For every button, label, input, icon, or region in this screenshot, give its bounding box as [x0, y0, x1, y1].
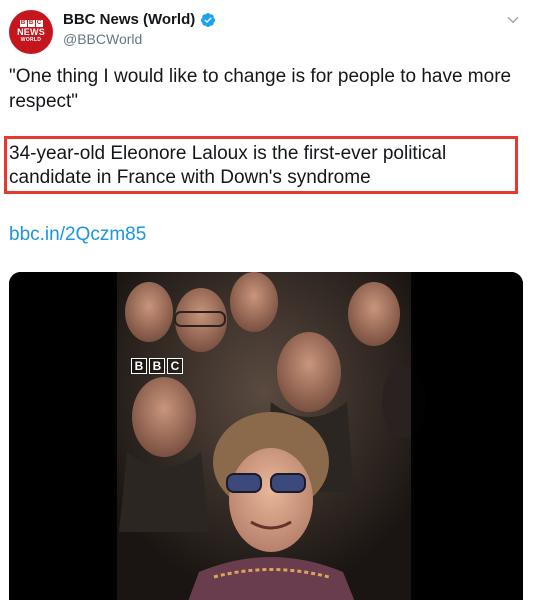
avatar[interactable]: B B C NEWS WORLD: [9, 10, 53, 54]
tweet-highlighted-text: 34-year-old Eleonore Laloux is the first…: [9, 143, 447, 188]
avatar-bbc-letter: B: [19, 20, 27, 27]
tweet-card: B B C NEWS WORLD BBC News (World) @BBCWo…: [0, 0, 533, 600]
tweet-link[interactable]: bbc.in/2Qczm85: [9, 224, 146, 246]
watermark-letter: B: [131, 358, 147, 374]
avatar-news-text: NEWS: [17, 27, 45, 37]
verified-badge-icon: [201, 12, 216, 27]
bbc-watermark-logo: B B C: [131, 358, 183, 374]
video-frame-image: [9, 272, 523, 600]
author-handle[interactable]: @BBCWorld: [63, 31, 142, 47]
avatar-bbc-letter: B: [27, 20, 35, 27]
tweet-quote-text: "One thing I would like to change is for…: [9, 66, 512, 112]
watermark-letter: B: [149, 358, 165, 374]
avatar-bbc-logo: B B C: [19, 20, 43, 27]
display-name[interactable]: BBC News (World): [63, 11, 195, 28]
video-player[interactable]: B B C: [9, 272, 523, 600]
avatar-bbc-letter: C: [35, 20, 43, 27]
watermark-letter: C: [167, 358, 183, 374]
author-name-row: BBC News (World): [63, 11, 216, 28]
chevron-down-icon[interactable]: [506, 13, 520, 27]
avatar-world-text: WORLD: [20, 37, 42, 43]
